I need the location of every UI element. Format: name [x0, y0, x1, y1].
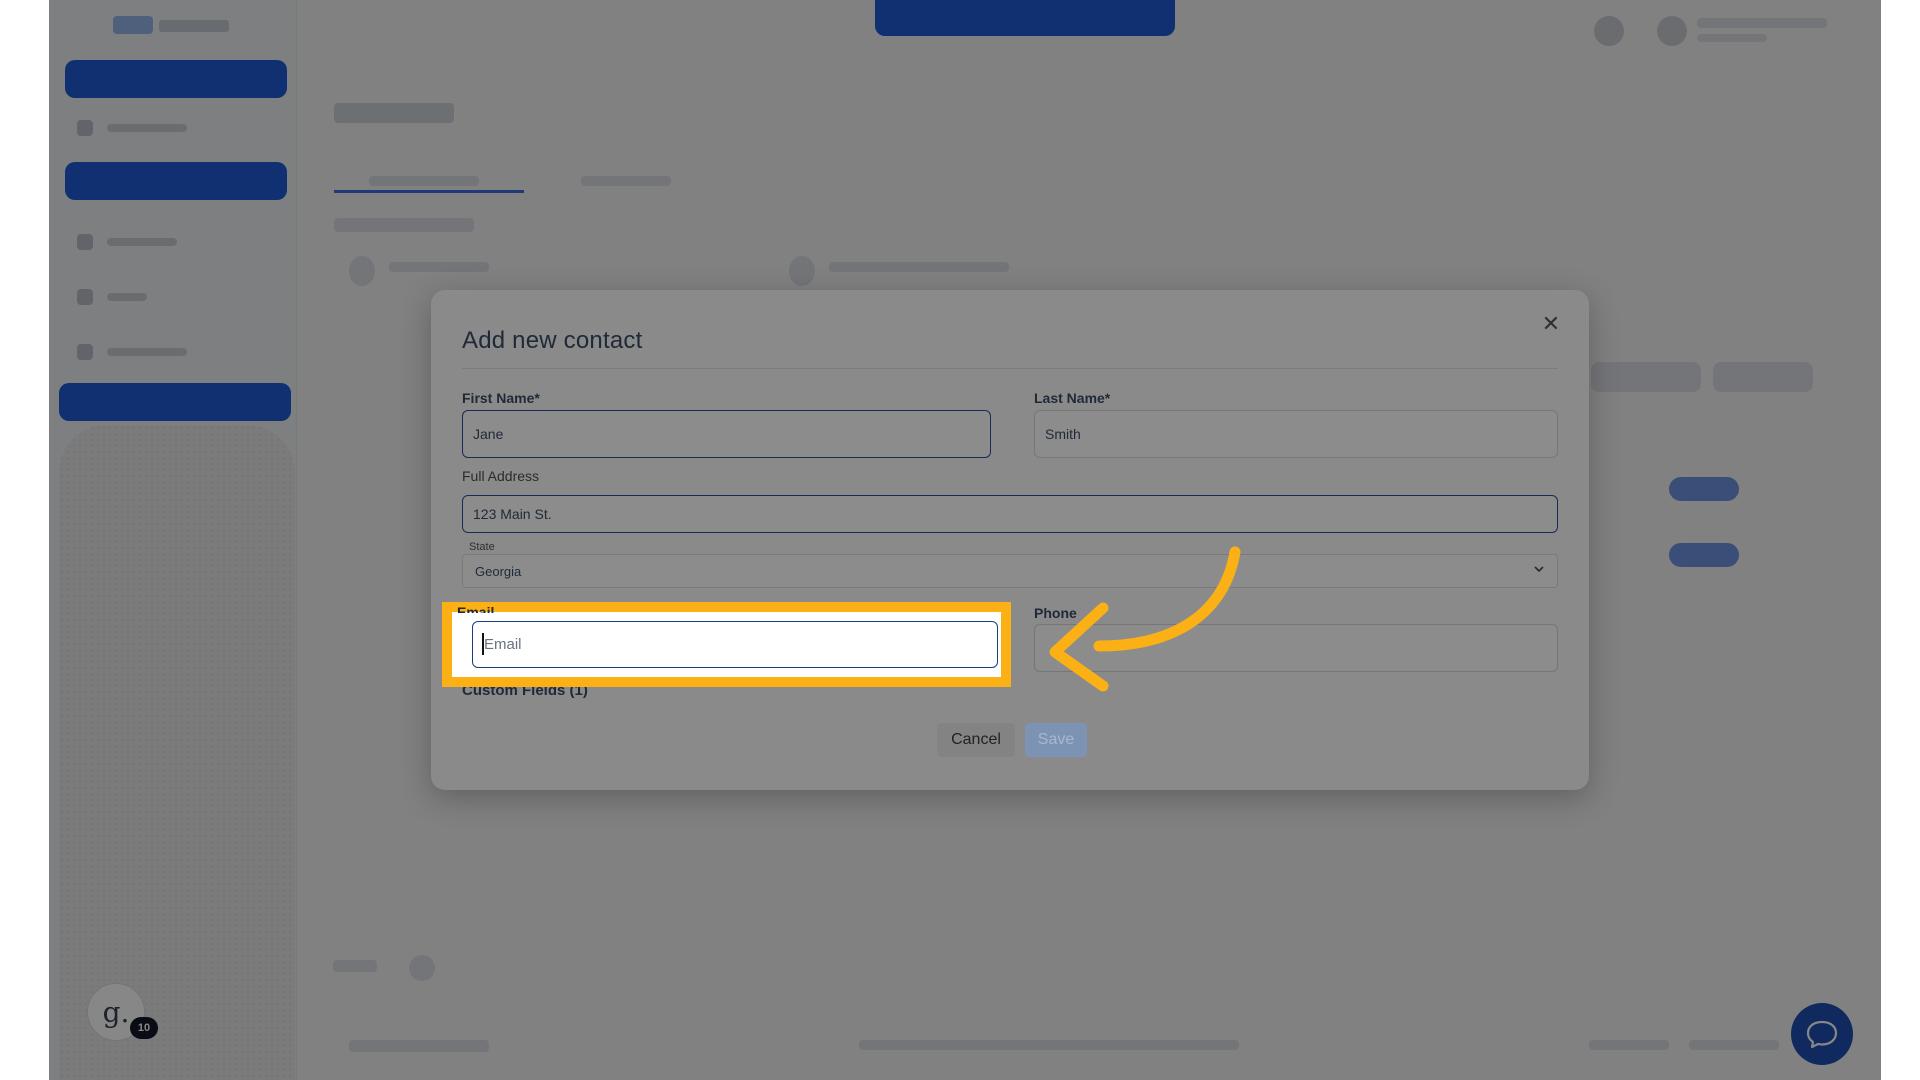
email-highlight: Email: [442, 602, 1011, 687]
chevron-down-icon: [1533, 563, 1545, 578]
last-name-field[interactable]: Smith: [1034, 410, 1558, 458]
app-frame: g. 10 Add new contact ✕ First Name* Jane…: [49, 0, 1881, 1080]
address-field[interactable]: 123 Main St.: [462, 495, 1558, 533]
state-label: State: [469, 541, 495, 553]
last-name-label: Last Name*: [1034, 390, 1111, 406]
close-icon[interactable]: ✕: [1537, 310, 1565, 338]
modal-title: Add new contact: [462, 327, 643, 354]
curved-arrow-icon: [1049, 546, 1241, 692]
first-name-field[interactable]: Jane: [462, 410, 991, 458]
text-caret: [482, 633, 484, 655]
modal-divider: [462, 368, 1558, 369]
add-contact-modal: Add new contact ✕ First Name* Jane Last …: [431, 290, 1589, 790]
first-name-label: First Name*: [462, 390, 540, 406]
email-field[interactable]: [472, 621, 998, 668]
cancel-button[interactable]: Cancel: [937, 723, 1015, 757]
state-value: Georgia: [475, 564, 522, 579]
save-button[interactable]: Save: [1025, 723, 1087, 757]
state-select[interactable]: Georgia: [462, 554, 1558, 588]
email-label: Email: [457, 605, 495, 613]
address-label: Full Address: [462, 468, 540, 484]
